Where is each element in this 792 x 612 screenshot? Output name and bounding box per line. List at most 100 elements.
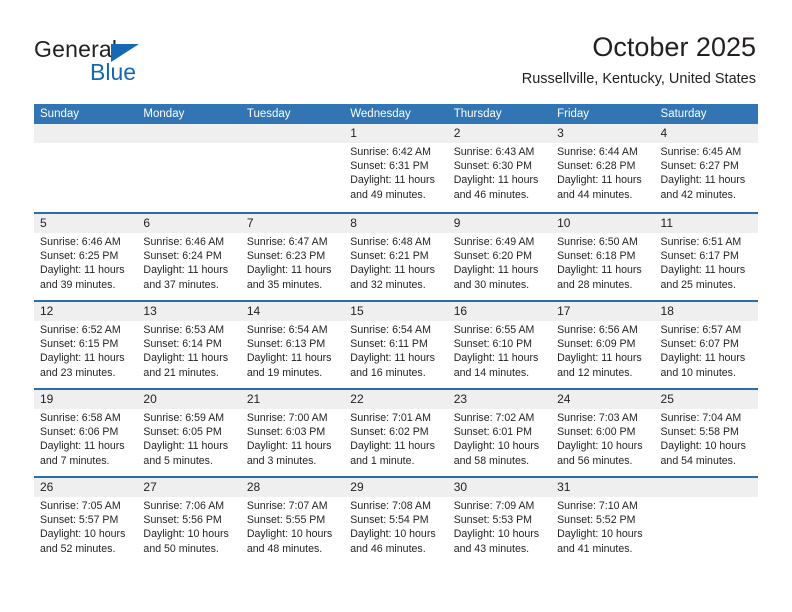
- daylight-text-cont: and 7 minutes.: [40, 454, 110, 467]
- calendar-day-cell[interactable]: 9 Sunrise: 6:49 AM Sunset: 6:20 PM Daylight…: [448, 214, 551, 300]
- day-number: 8: [350, 216, 357, 230]
- calendar-day-cell[interactable]: 27 Sunrise: 7:06 AM Sunset: 5:56 PM Dayligh…: [137, 478, 240, 564]
- calendar-day-cell[interactable]: 18 Sunrise: 6:57 AM Sunset: 6:07 PM Dayligh…: [655, 302, 758, 388]
- day-sun-info: Sunrise: 6:44 AM Sunset: 6:28 PM Daylight:…: [557, 145, 654, 202]
- logo-text-blue: Blue: [90, 59, 137, 85]
- calendar-day-cell[interactable]: 14 Sunrise: 6:54 AM Sunset: 6:13 PM Dayligh…: [241, 302, 344, 388]
- weekday-header-wednesday: Wednesday: [350, 108, 411, 120]
- sunset-text: Sunset: 6:17 PM: [660, 250, 739, 263]
- daylight-text-cont: and 1 minute.: [350, 454, 415, 467]
- week-cells: 1 Sunrise: 6:42 AM Sunset: 6:31 PM Daylight…: [34, 124, 758, 212]
- calendar-day-cell[interactable]: 7 Sunrise: 6:47 AM Sunset: 6:23 PM Daylight…: [241, 214, 344, 300]
- daylight-text: Daylight: 11 hours: [557, 174, 642, 187]
- day-number: 9: [453, 216, 461, 230]
- day-sun-info: Sunrise: 6:54 AM Sunset: 6:11 PM Daylight:…: [350, 323, 447, 380]
- day-sun-info: Sunrise: 6:46 AM Sunset: 6:25 PM Daylight:…: [40, 235, 137, 292]
- page-header: General Blue October 2025 Russellville, …: [0, 0, 792, 100]
- daylight-text: Daylight: 11 hours: [660, 352, 746, 365]
- calendar-day-cell[interactable]: 30 Sunrise: 7:09 AM Sunset: 5:53 PM Dayligh…: [448, 478, 551, 564]
- sunset-text: Sunset: 6:11 PM: [350, 338, 428, 351]
- daylight-text-cont: and 35 minutes.: [246, 278, 323, 291]
- sunset-text: Sunset: 6:30 PM: [453, 160, 533, 173]
- day-sun-info: Sunrise: 6:47 AM Sunset: 6:23 PM Daylight:…: [247, 235, 344, 292]
- weekday-header-sunday: Sunday: [40, 108, 80, 120]
- sunrise-text: Sunrise: 7:04 AM: [660, 412, 742, 424]
- daylight-text-cont: and 23 minutes.: [40, 366, 116, 379]
- calendar-day-cell[interactable]: 1 Sunrise: 6:42 AM Sunset: 6:31 PM Daylight…: [344, 124, 447, 212]
- calendar-day-cell[interactable]: 15 Sunrise: 6:54 AM Sunset: 6:11 PM Dayligh…: [344, 302, 447, 388]
- daylight-text: Daylight: 11 hours: [40, 352, 125, 365]
- calendar-day-cell[interactable]: 5 Sunrise: 6:46 AM Sunset: 6:25 PM Daylight…: [34, 214, 137, 300]
- day-sun-info: Sunrise: 6:54 AM Sunset: 6:13 PM Daylight:…: [247, 323, 344, 380]
- calendar-day-cell[interactable]: 26 Sunrise: 7:05 AM Sunset: 5:57 PM Dayligh…: [34, 478, 137, 564]
- calendar-day-cell[interactable]: 20 Sunrise: 6:59 AM Sunset: 6:05 PM Dayligh…: [137, 390, 240, 476]
- title-block: October 2025 Russellville, Kentucky, Uni…: [522, 30, 756, 89]
- calendar-day-cell[interactable]: 10 Sunrise: 6:50 AM Sunset: 6:18 PM Dayligh…: [551, 214, 654, 300]
- day-sun-info: Sunrise: 7:10 AM Sunset: 5:52 PM Daylight:…: [557, 499, 654, 556]
- day-number: 5: [40, 216, 47, 230]
- calendar-day-cell[interactable]: 16 Sunrise: 6:55 AM Sunset: 6:10 PM Dayligh…: [448, 302, 551, 388]
- day-number: 7: [246, 216, 254, 230]
- daylight-text: Daylight: 10 hours: [40, 528, 126, 541]
- calendar-day-cell[interactable]: 17 Sunrise: 6:56 AM Sunset: 6:09 PM Dayligh…: [551, 302, 654, 388]
- sunset-text: Sunset: 6:24 PM: [143, 250, 222, 263]
- daylight-text: Daylight: 11 hours: [143, 352, 229, 365]
- calendar-day-cell[interactable]: 6 Sunrise: 6:46 AM Sunset: 6:24 PM Daylight…: [137, 214, 240, 300]
- sunset-text: Sunset: 6:07 PM: [660, 338, 739, 351]
- daylight-text-cont: and 41 minutes.: [557, 542, 633, 555]
- calendar-day-cell[interactable]: 8 Sunrise: 6:48 AM Sunset: 6:21 PM Daylight…: [344, 214, 447, 300]
- calendar-day-cell[interactable]: 19 Sunrise: 6:58 AM Sunset: 6:06 PM Dayligh…: [34, 390, 137, 476]
- calendar-day-cell[interactable]: 12 Sunrise: 6:52 AM Sunset: 6:15 PM Dayligh…: [34, 302, 137, 388]
- calendar-day-cell[interactable]: 28 Sunrise: 7:07 AM Sunset: 5:55 PM Dayligh…: [241, 478, 344, 564]
- sunrise-text: Sunrise: 7:08 AM: [350, 500, 431, 512]
- daylight-text: Daylight: 11 hours: [557, 264, 642, 277]
- day-sun-info: Sunrise: 6:51 AM Sunset: 6:17 PM Daylight:…: [661, 235, 758, 292]
- day-number: 12: [40, 304, 54, 318]
- calendar-day-cell[interactable]: 29 Sunrise: 7:08 AM Sunset: 5:54 PM Dayligh…: [344, 478, 447, 564]
- weekday-header-row: Sunday Monday Tuesday Wednesday Thursday…: [34, 104, 758, 124]
- daylight-text-cont: and 16 minutes.: [350, 366, 426, 379]
- calendar-day-cell[interactable]: 24 Sunrise: 7:03 AM Sunset: 6:00 PM Dayligh…: [551, 390, 654, 476]
- day-sun-info: Sunrise: 7:06 AM Sunset: 5:56 PM Daylight:…: [143, 499, 240, 556]
- day-number: 14: [246, 304, 261, 318]
- daylight-text: Daylight: 10 hours: [246, 528, 333, 541]
- calendar-weeks: 1 Sunrise: 6:42 AM Sunset: 6:31 PM Daylight…: [34, 124, 758, 564]
- day-number: 26: [40, 480, 54, 494]
- general-blue-logo[interactable]: General Blue: [34, 36, 234, 88]
- daylight-text: Daylight: 11 hours: [660, 264, 746, 277]
- calendar-day-cell[interactable]: 22 Sunrise: 7:01 AM Sunset: 6:02 PM Dayligh…: [344, 390, 447, 476]
- day-number: 22: [350, 392, 364, 406]
- sunset-text: Sunset: 6:10 PM: [453, 338, 533, 351]
- daylight-text-cont: and 32 minutes.: [350, 278, 426, 291]
- daylight-text-cont: and 25 minutes.: [660, 278, 736, 291]
- calendar-week-row: 26 Sunrise: 7:05 AM Sunset: 5:57 PM Dayligh…: [34, 476, 758, 564]
- sunrise-text: Sunrise: 6:51 AM: [660, 236, 742, 248]
- sunset-text: Sunset: 6:09 PM: [557, 338, 636, 351]
- calendar-day-cell[interactable]: 3 Sunrise: 6:44 AM Sunset: 6:28 PM Daylight…: [551, 124, 654, 212]
- calendar-page: General Blue October 2025 Russellville, …: [0, 0, 792, 612]
- daylight-text: Daylight: 11 hours: [350, 174, 435, 187]
- day-number: 15: [350, 304, 364, 318]
- day-number: 20: [143, 392, 157, 406]
- calendar-day-cell[interactable]: 2 Sunrise: 6:43 AM Sunset: 6:30 PM Daylight…: [448, 124, 551, 212]
- sunset-text: Sunset: 5:54 PM: [350, 514, 429, 527]
- daylight-text-cont: and 37 minutes.: [143, 278, 219, 291]
- calendar-day-cell[interactable]: 13 Sunrise: 6:53 AM Sunset: 6:14 PM Dayligh…: [137, 302, 240, 388]
- calendar-day-cell[interactable]: 11 Sunrise: 6:51 AM Sunset: 6:17 PM Dayligh…: [655, 214, 758, 300]
- day-number: 4: [660, 126, 668, 140]
- daylight-text: Daylight: 10 hours: [350, 528, 436, 541]
- sunset-text: Sunset: 5:52 PM: [557, 514, 636, 527]
- calendar-day-cell[interactable]: 31 Sunrise: 7:10 AM Sunset: 5:52 PM Dayligh…: [551, 478, 654, 564]
- calendar-week-row: 5 Sunrise: 6:46 AM Sunset: 6:25 PM Daylight…: [34, 212, 758, 300]
- calendar-day-cell[interactable]: 25 Sunrise: 7:04 AM Sunset: 5:58 PM Dayligh…: [655, 390, 758, 476]
- daylight-text: Daylight: 11 hours: [40, 440, 125, 453]
- day-sun-info: Sunrise: 7:03 AM Sunset: 6:00 PM Daylight:…: [557, 411, 654, 468]
- calendar-day-cell-empty: [655, 478, 758, 564]
- weekday-header-tuesday: Tuesday: [246, 108, 291, 120]
- calendar-day-cell[interactable]: 23 Sunrise: 7:02 AM Sunset: 6:01 PM Dayligh…: [448, 390, 551, 476]
- daylight-text-cont: and 44 minutes.: [557, 188, 633, 201]
- sunrise-text: Sunrise: 7:01 AM: [350, 412, 431, 424]
- calendar-day-cell[interactable]: 4 Sunrise: 6:45 AM Sunset: 6:27 PM Daylight…: [655, 124, 758, 212]
- day-number: 2: [453, 126, 461, 140]
- calendar-day-cell[interactable]: 21 Sunrise: 7:00 AM Sunset: 6:03 PM Dayligh…: [241, 390, 344, 476]
